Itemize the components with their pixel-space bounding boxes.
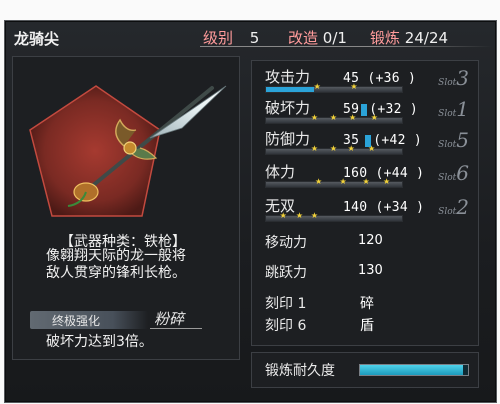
slot-number: 2: [456, 195, 469, 219]
stat-bar: ★ ★ ★ ★: [265, 113, 403, 124]
durability-fill: [360, 365, 463, 375]
slot-number: 1: [456, 97, 469, 121]
stat-label: 破坏力: [265, 99, 311, 117]
slot-number: 3: [456, 66, 469, 90]
stat-row-defense: 防御力 35 (+42 ) Slot5 ★ ★ ★ ★: [257, 126, 475, 157]
star-icon: ★: [313, 82, 321, 91]
weapon-illustration: [12, 56, 238, 228]
stat-value: 35 (+42 ): [343, 133, 422, 148]
stat-row-musou: 无双 140 (+34 ) Slot2 ★ ★ ★: [257, 193, 475, 224]
stat-value-extra: (+42 ): [373, 133, 423, 148]
slot-badge: Slot5: [438, 128, 469, 152]
durability-label: 锻炼耐久度: [265, 363, 335, 379]
stat-label: 体力: [265, 163, 296, 181]
slot-prefix: Slot: [438, 207, 457, 217]
star-icon: ★: [368, 144, 376, 153]
slot-number: 6: [456, 161, 469, 185]
stat-value-jump: 130: [358, 263, 383, 278]
star-icon: ★: [362, 177, 370, 186]
star-icon: ★: [279, 211, 287, 220]
seal-label-1: 刻印 1: [265, 296, 307, 312]
star-icon: ★: [339, 177, 347, 186]
stat-bar-fill: [266, 87, 314, 92]
slot-prefix: Slot: [438, 140, 457, 150]
forge-value: 24/24: [404, 29, 449, 47]
stat-bar: ★ ★: [265, 82, 403, 93]
modify-info: 改造 0/1: [288, 27, 347, 48]
star-icon: ★: [350, 82, 358, 91]
description-line-1: 像翱翔天际的龙一般将: [46, 248, 186, 264]
stat-label: 防御力: [265, 130, 311, 148]
star-icon: ★: [314, 177, 323, 186]
star-icon: ★: [310, 211, 319, 220]
durability-bar: [359, 364, 469, 376]
stat-row-vitality: 体力 160 (+44 ) Slot6 ★ ★ ★ ★: [257, 159, 475, 190]
stat-marker: [361, 103, 368, 116]
header-divider: [200, 46, 492, 47]
star-icon: ★: [370, 113, 378, 122]
star-icon: ★: [329, 144, 338, 153]
ultimate-underline: [150, 328, 202, 329]
seal-value-6: 盾: [360, 318, 374, 334]
slot-prefix: Slot: [438, 78, 457, 88]
slot-prefix: Slot: [438, 173, 457, 183]
slot-badge: Slot6: [438, 161, 469, 185]
modify-label: 改造: [288, 29, 319, 47]
stat-bar: ★ ★ ★: [265, 211, 403, 222]
star-icon: ★: [348, 113, 357, 122]
slot-number: 5: [456, 128, 469, 152]
weapon-image: [29, 85, 227, 217]
weapon-name: 龙骑尖: [14, 30, 60, 48]
slot-badge: Slot1: [438, 97, 469, 121]
star-icon: ★: [295, 211, 304, 220]
stat-value-movement: 120: [358, 233, 383, 248]
ultimate-name: 粉碎: [154, 310, 185, 328]
star-icon: ★: [310, 113, 319, 122]
stat-label: 攻击力: [265, 68, 311, 86]
weapon-description: 像翱翔天际的龙一般将 敌人贯穿的锋利长枪。: [46, 248, 234, 282]
seal-value-1: 碎: [360, 296, 374, 312]
stat-row-destruction: 破坏力 59 (+32 ) Slot1 ★ ★ ★ ★: [257, 95, 475, 126]
slot-badge: Slot3: [438, 66, 469, 90]
star-icon: ★: [310, 144, 319, 153]
modify-value: 0/1: [322, 29, 347, 47]
stat-bar: ★ ★ ★ ★: [265, 177, 403, 188]
description-line-2: 敌人贯穿的锋利长枪。: [46, 265, 186, 281]
stat-bar: ★ ★ ★ ★: [265, 144, 403, 155]
stat-value: 140 (+34 ): [343, 200, 425, 215]
level-info: 级别 5: [203, 27, 259, 48]
forge-label: 锻炼: [370, 29, 401, 47]
stat-label-jump: 跳跃力: [265, 265, 307, 281]
seal-label-6: 刻印 6: [265, 318, 307, 334]
ultimate-description: 破坏力达到3倍。: [46, 334, 153, 350]
stat-row-attack: 攻击力 45 (+36 ) Slot3 ★ ★: [257, 64, 475, 95]
slot-prefix: Slot: [438, 109, 457, 119]
star-icon: ★: [382, 177, 391, 186]
forge-info: 锻炼 24/24: [370, 27, 448, 48]
ultimate-label: 终极强化: [52, 314, 101, 328]
star-icon: ★: [329, 113, 338, 122]
slot-badge: Slot2: [438, 195, 469, 219]
level-label: 级别: [203, 29, 234, 47]
level-value: 5: [249, 29, 260, 47]
stat-label-movement: 移动力: [265, 235, 307, 251]
star-icon: ★: [347, 144, 355, 153]
